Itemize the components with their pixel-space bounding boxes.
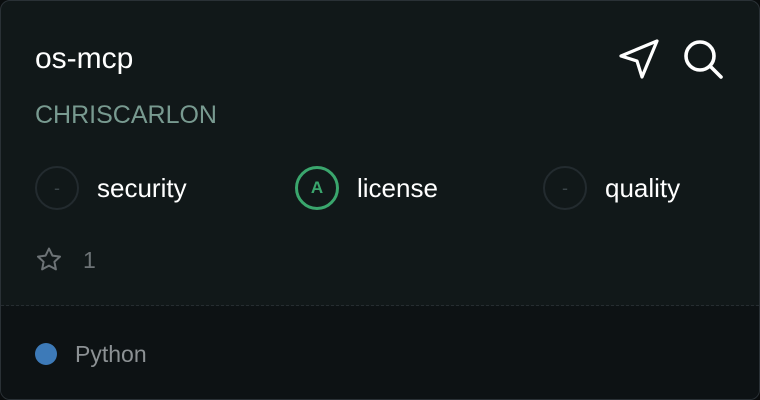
star-count-value: 1 (83, 246, 96, 273)
language-color-dot (35, 343, 57, 365)
license-label: license (357, 172, 438, 203)
security-badge: - (35, 166, 79, 210)
language-name: Python (75, 340, 147, 367)
license-badge: A (295, 166, 339, 210)
score-security[interactable]: - security (35, 164, 187, 212)
repo-card[interactable]: os-mcp CHRISCARLON - security A license … (0, 0, 760, 400)
score-license[interactable]: A license (295, 164, 438, 212)
quality-label: quality (605, 172, 681, 203)
repo-name[interactable]: os-mcp (35, 39, 133, 79)
star-count[interactable]: 1 (35, 245, 96, 275)
search-icon (684, 40, 723, 79)
send-icon (619, 39, 659, 79)
repo-owner[interactable]: CHRISCARLON (35, 98, 217, 132)
security-label: security (97, 172, 187, 203)
language: Python (35, 339, 147, 369)
quality-badge: - (543, 166, 587, 210)
send-button[interactable] (617, 37, 661, 81)
star-icon (37, 247, 61, 271)
score-quality[interactable]: - quality (543, 164, 680, 212)
search-button[interactable] (681, 37, 725, 81)
